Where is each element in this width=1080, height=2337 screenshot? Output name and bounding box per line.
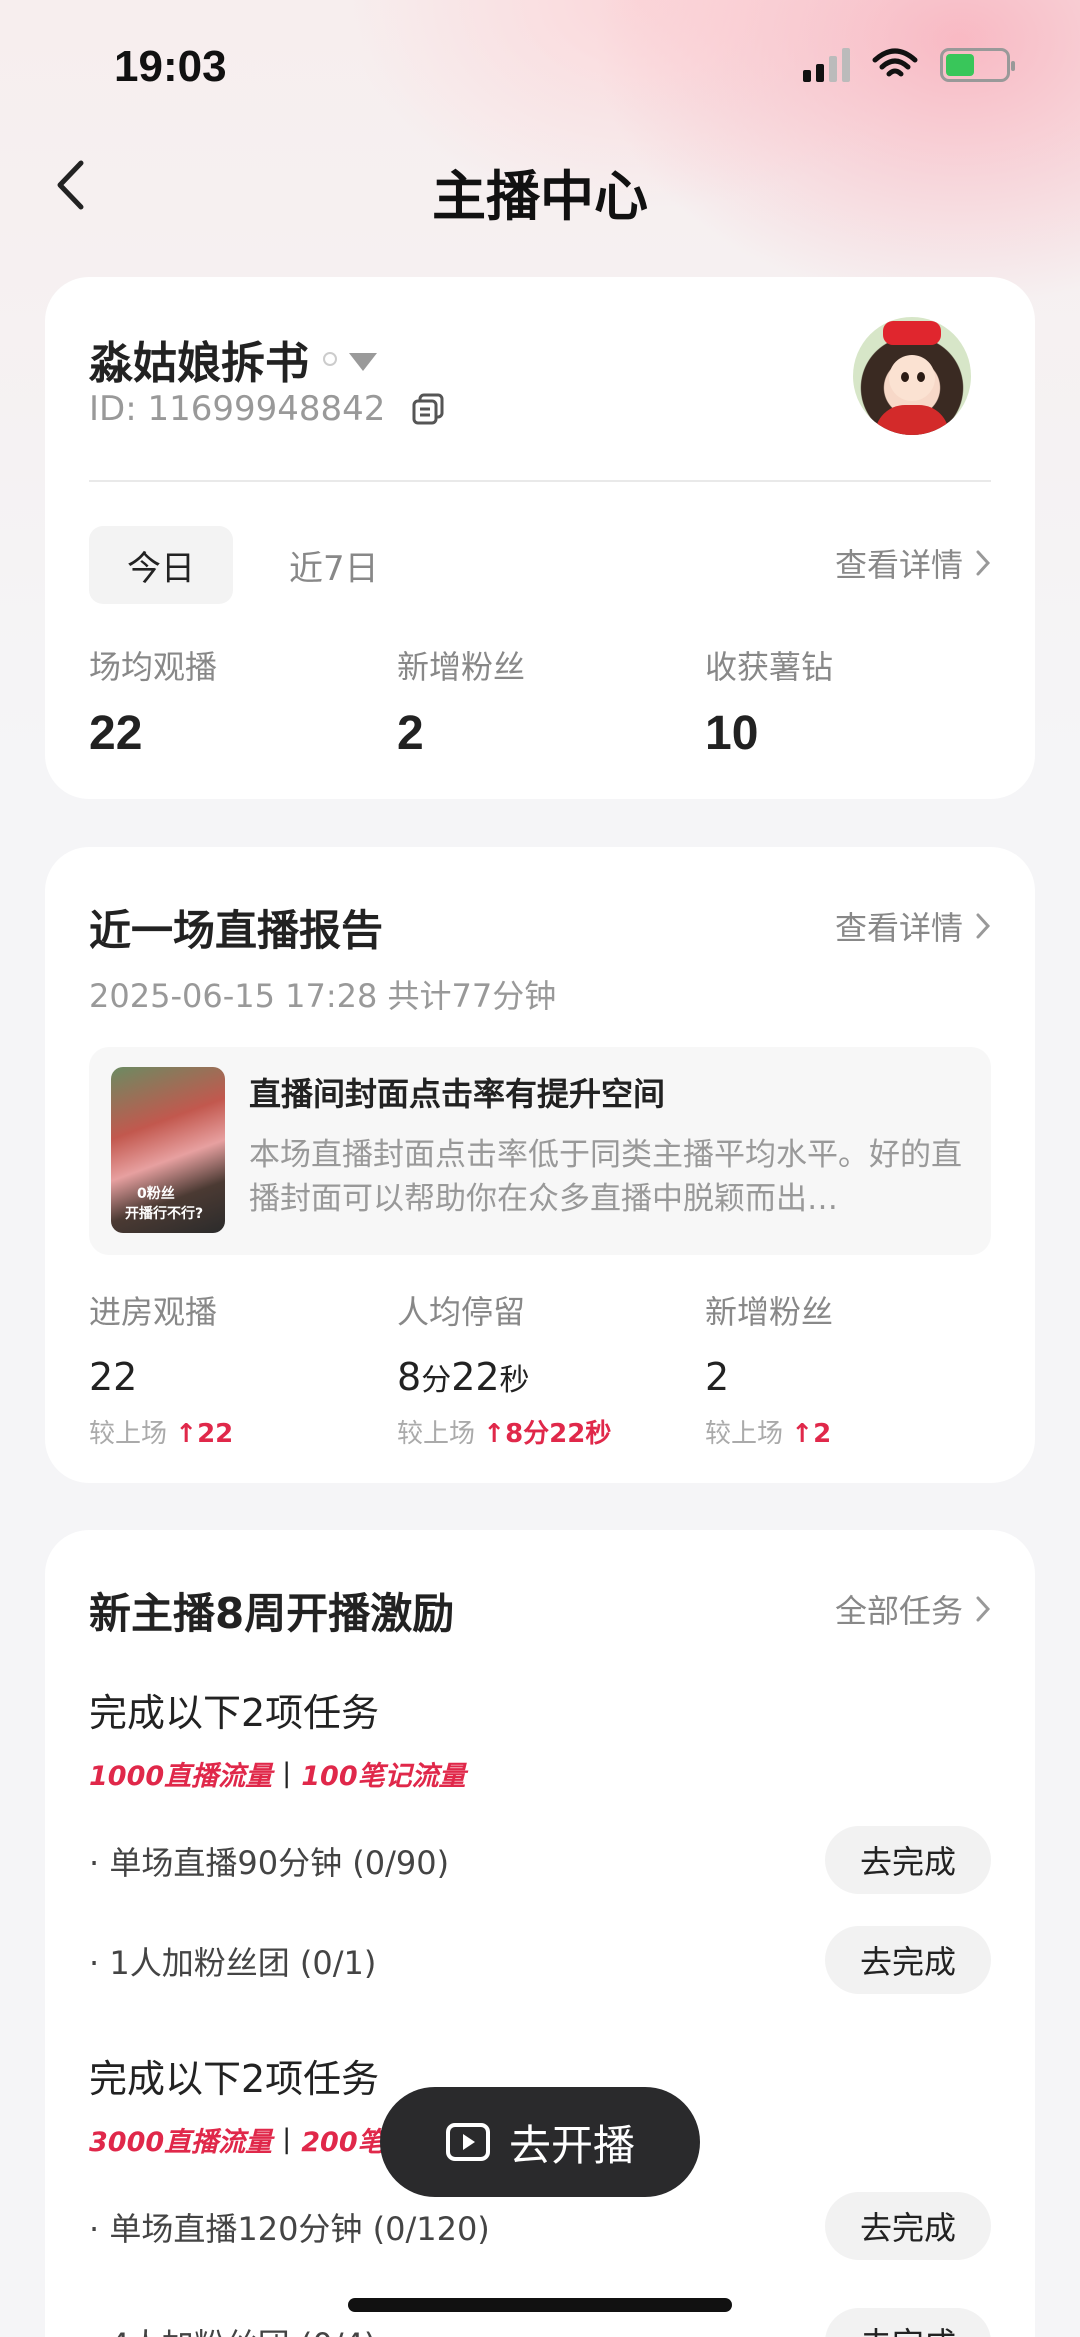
task-group-head: 完成以下2项任务 <box>89 2057 380 2101</box>
stat-value: 2 <box>397 707 424 760</box>
report-stat-new-fans: 新增粉丝 2 较上场 ↑2 <box>705 1287 833 1450</box>
task-item: · 1人加粉丝团 (0/1) <box>89 1944 377 1982</box>
stat-label: 人均停留 <box>397 1293 526 1331</box>
chevron-right-icon <box>976 550 991 576</box>
stat-value: 2 <box>705 1355 730 1399</box>
divider <box>89 480 991 482</box>
play-icon <box>445 2123 490 2161</box>
status-dot <box>323 352 337 366</box>
stat-value: 8分22秒 <box>397 1355 530 1399</box>
go-live-button[interactable]: 去开播 <box>380 2087 700 2197</box>
complete-task-button[interactable]: 去完成 <box>825 2308 991 2337</box>
stat-compare: 较上场 ↑22 <box>89 1419 234 1449</box>
task-reward: 3000直播流量 | 200笔 <box>89 2124 385 2158</box>
task-group-head: 完成以下2项任务 <box>89 1691 380 1735</box>
wifi-icon <box>872 48 918 77</box>
complete-task-button[interactable]: 去完成 <box>825 1926 991 1994</box>
avatar[interactable] <box>853 317 971 435</box>
report-stat-avg-stay: 人均停留 8分22秒 较上场 ↑8分22秒 <box>397 1287 611 1450</box>
stat-compare: 较上场 ↑2 <box>705 1419 832 1449</box>
complete-task-button[interactable]: 去完成 <box>825 1826 991 1894</box>
status-bar: 19:03 <box>0 0 1080 140</box>
report-meta: 2025-06-15 17:28 共计77分钟 <box>89 977 557 1015</box>
stat-label: 收获薯钻 <box>705 648 834 686</box>
report-stat-viewers: 进房观播 22 较上场 ↑22 <box>89 1287 233 1450</box>
chevron-right-icon <box>976 913 991 939</box>
stat-value: 22 <box>89 707 143 760</box>
stat-label: 新增粉丝 <box>705 1293 834 1331</box>
profile-detail-link[interactable]: 查看详情 <box>835 540 991 586</box>
stat-value: 10 <box>705 707 759 760</box>
complete-task-button[interactable]: 去完成 <box>825 2192 991 2260</box>
stat-label: 场均观播 <box>89 648 218 686</box>
suggestion-box[interactable]: 0粉丝 开播行不行? 直播间封面点击率有提升空间 本场直播封面点击率低于同类主播… <box>89 1047 991 1255</box>
incentive-title: 新主播8周开播激励 <box>89 1589 455 1638</box>
username: 淼姑娘拆书 <box>89 338 309 389</box>
signal-icon <box>803 48 850 82</box>
suggestion-body: 本场直播封面点击率低于同类主播平均水平。好的直播封面可以帮助你在众多直播中脱颖而… <box>249 1137 962 1217</box>
stat-avg-viewers: 场均观播 22 <box>89 642 217 761</box>
incentive-card: 新主播8周开播激励 全部任务 完成以下2项任务 1000直播流量 | 100笔记流量… <box>45 1530 1035 2337</box>
status-time: 19:03 <box>114 42 227 91</box>
live-report-card: 近一场直播报告 查看详情 2025-06-15 17:28 共计77分钟 0粉丝… <box>45 847 1035 1483</box>
all-tasks-label: 全部任务 <box>834 1592 963 1630</box>
thumb-caption-1: 0粉丝 <box>137 1186 175 1202</box>
user-id: ID: 11699948842 <box>89 389 386 429</box>
stat-diamonds: 收获薯钻 10 <box>705 642 833 761</box>
chevron-right-icon <box>976 1596 991 1622</box>
tab-7-days[interactable]: 近7日 <box>289 526 379 604</box>
task-reward: 1000直播流量 | 100笔记流量 <box>89 1758 466 1792</box>
user-id-row: ID: 11699948842 <box>89 389 445 429</box>
go-live-label: 去开播 <box>508 2120 635 2170</box>
all-tasks-link[interactable]: 全部任务 <box>835 1586 991 1632</box>
suggestion-title: 直播间封面点击率有提升空间 <box>249 1075 666 1113</box>
task-item: · 单场直播90分钟 (0/90) <box>89 1844 450 1882</box>
thumb-caption-2: 开播行不行? <box>125 1206 204 1222</box>
stat-label: 新增粉丝 <box>397 648 526 686</box>
report-title: 近一场直播报告 <box>89 906 384 955</box>
report-detail-link[interactable]: 查看详情 <box>835 903 991 949</box>
copy-icon[interactable] <box>411 392 445 426</box>
page-title: 主播中心 <box>432 165 648 228</box>
detail-link-label: 查看详情 <box>834 909 963 947</box>
task-item: · 4人加粉丝团 (0/4) <box>89 2320 376 2337</box>
task-item: · 单场直播120分钟 (0/120) <box>89 2210 490 2248</box>
account-switcher[interactable]: 淼姑娘拆书 <box>89 327 377 391</box>
stat-label: 进房观播 <box>89 1293 218 1331</box>
status-icons <box>803 48 1015 82</box>
nav-bar: 主播中心 <box>0 140 1080 230</box>
tab-today[interactable]: 今日 <box>89 526 233 604</box>
home-indicator[interactable] <box>348 2298 732 2312</box>
profile-card: 淼姑娘拆书 ID: 11699948842 今日 近7日 查看详情 场均观播 2… <box>45 277 1035 799</box>
stat-value: 22 <box>89 1355 138 1399</box>
detail-link-label: 查看详情 <box>834 546 963 584</box>
stat-compare: 较上场 ↑8分22秒 <box>397 1419 612 1449</box>
cover-thumbnail: 0粉丝 开播行不行? <box>111 1067 225 1233</box>
dropdown-arrow-icon <box>349 353 377 371</box>
battery-icon <box>940 48 1015 82</box>
stat-new-fans: 新增粉丝 2 <box>397 642 525 761</box>
